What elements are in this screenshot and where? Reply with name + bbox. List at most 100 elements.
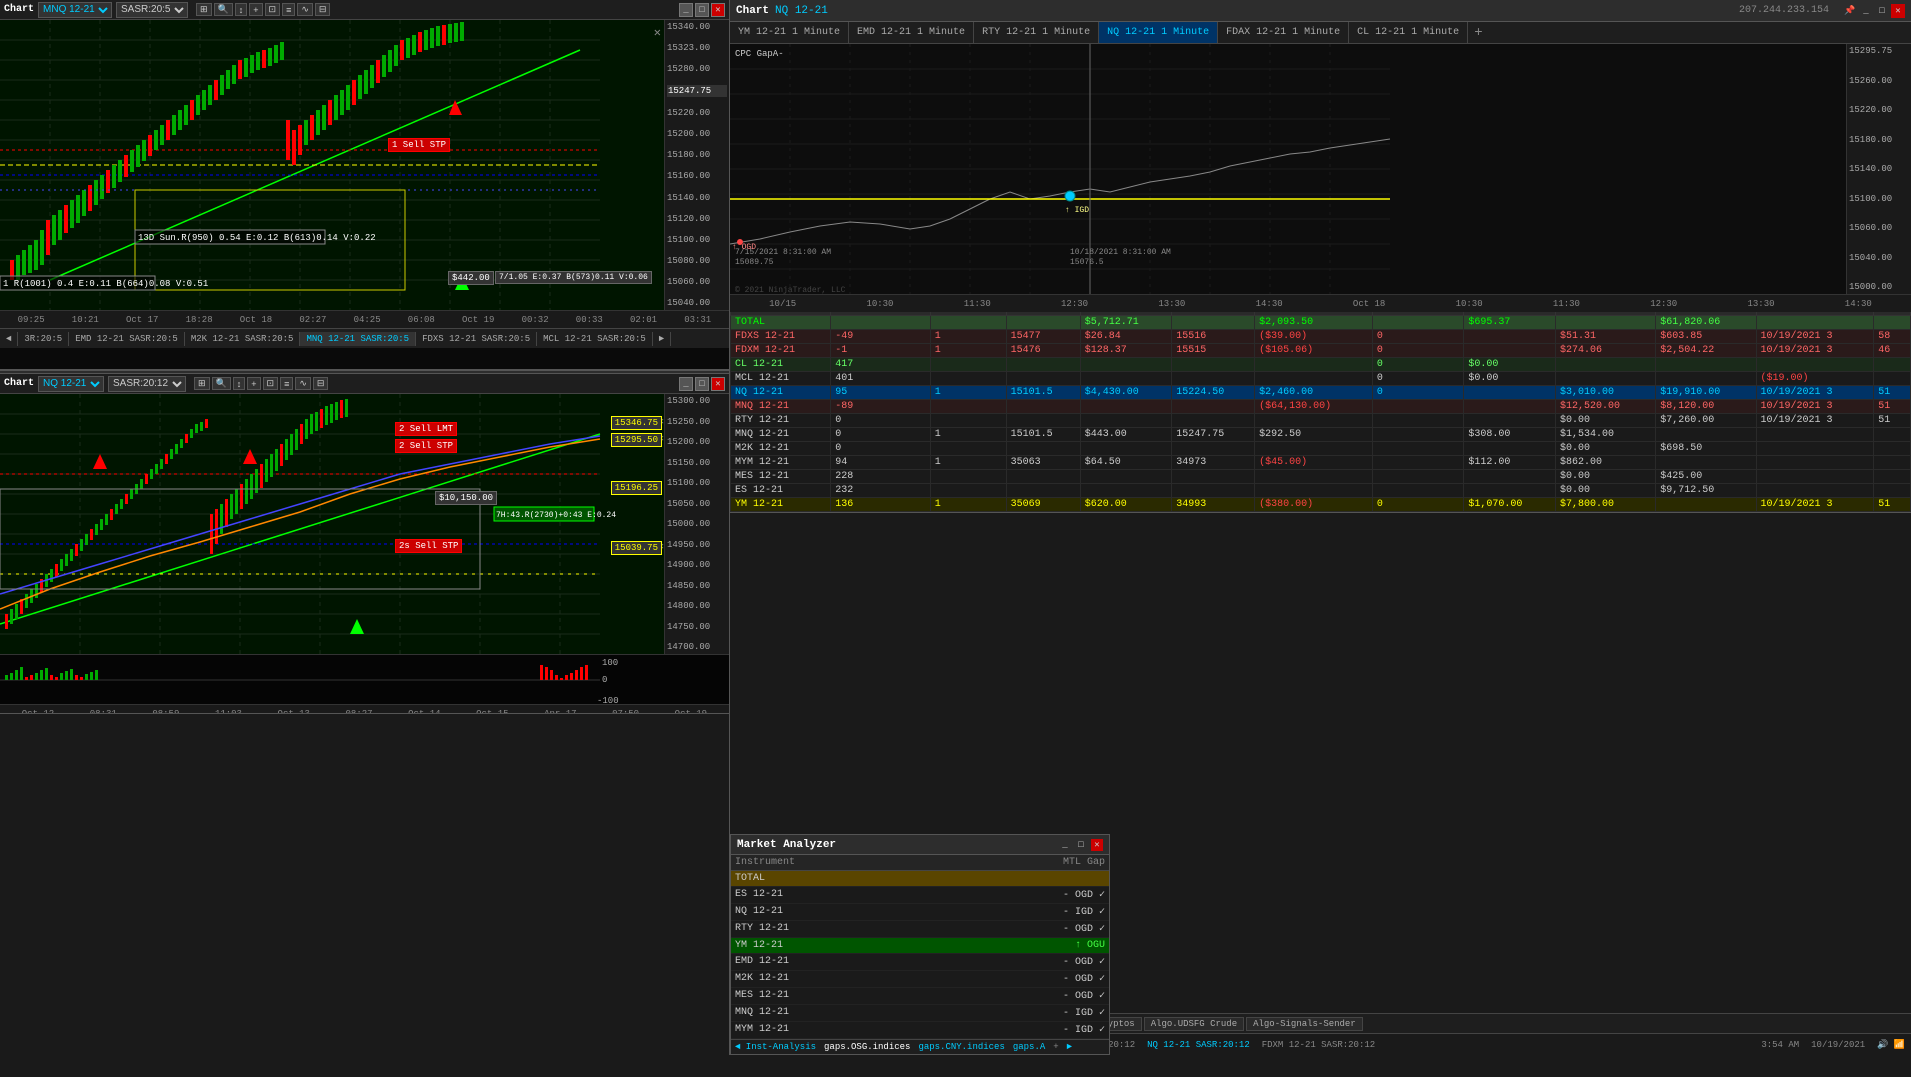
main-layout: Chart MNQ 12-21 SASR:20:5 ⊞ 🔍 ↕ + ⊡ ≡ ∿ … xyxy=(0,0,1911,1055)
ma-col-instrument: Instrument xyxy=(735,857,985,868)
bottom-chart-tool-6[interactable]: ≡ xyxy=(280,377,293,390)
chart-tool-btn-6[interactable]: ≡ xyxy=(282,3,295,16)
bottom-annotation-sell-stp2: 2s Sell STP xyxy=(395,539,462,553)
ma-btab-inst[interactable]: ◄ Inst-Analysis xyxy=(735,1042,816,1052)
chart-tool-btn-7[interactable]: ∿ xyxy=(297,3,313,16)
chart-tool-btn-5[interactable]: ⊡ xyxy=(265,3,281,16)
nq-tab-cl[interactable]: CL 12-21 1 Minute xyxy=(1349,22,1468,43)
ma-row-m2k[interactable]: M2K 12-21 - OGD ✓ xyxy=(731,971,1109,988)
top-chart-maximize[interactable]: □ xyxy=(695,3,709,17)
nq-maximize-btn[interactable]: □ xyxy=(1875,4,1889,18)
market-analyzer-panel: Market Analyzer _ □ ✕ Instrument MTL Gap… xyxy=(730,834,1110,1055)
ma-row-ym[interactable]: YM 12-21 ↑ OGU xyxy=(731,938,1109,954)
indicator-tab-2[interactable]: 3R:20:5 xyxy=(18,332,69,346)
top-chart-minimize[interactable]: _ xyxy=(679,3,693,17)
ma-row-mes[interactable]: MES 12-21 - OGD ✓ xyxy=(731,988,1109,1005)
indicator-tab-mnq[interactable]: MNQ 12-21 SASR:20:5 xyxy=(300,332,416,346)
ma-inst-m2k: M2K 12-21 xyxy=(735,973,985,985)
nq-tab-nq[interactable]: NQ 12-21 1 Minute xyxy=(1099,22,1218,43)
top-chart-close[interactable]: ✕ xyxy=(711,3,725,17)
algo-tab-signals[interactable]: Algo-Signals-Sender xyxy=(1246,1017,1363,1031)
nq-chart-section: Chart NQ 12-21 207.244.233.154 📌 _ □ ✕ Y… xyxy=(730,0,1911,300)
ma-btab-a[interactable]: gaps.A xyxy=(1013,1042,1045,1052)
bottom-chart-maximize[interactable]: □ xyxy=(695,377,709,391)
status-time-display: 3:54 AM xyxy=(1761,1040,1799,1050)
algo-tab-crude[interactable]: Algo.UDSFG Crude xyxy=(1144,1017,1244,1031)
nq-chart-svg: CPC GapA- 7/15/2021 8:31:00 AM 15089.75 … xyxy=(730,44,1420,294)
bottom-chart-tool-7[interactable]: ∿ xyxy=(295,377,311,390)
ma-minimize-btn[interactable]: _ xyxy=(1059,839,1071,851)
indicator-tab-1[interactable]: ◄ xyxy=(0,332,18,346)
top-chart-svg: 13D Sun.R(950) 0.54 E:0.12 B(613)0.14 V:… xyxy=(0,20,665,310)
chart-tool-btn-1[interactable]: ⊞ xyxy=(196,3,212,16)
ma-row-total: TOTAL xyxy=(731,871,1109,887)
chart-tool-btn-2[interactable]: 🔍 xyxy=(214,3,233,16)
ma-maximize-btn[interactable]: □ xyxy=(1075,839,1087,851)
td-inst: TOTAL xyxy=(731,316,831,330)
bottom-chart-tool-5[interactable]: ⊡ xyxy=(263,377,279,390)
bottom-chart-tool-2[interactable]: 🔍 xyxy=(212,377,231,390)
ma-row-rty[interactable]: RTY 12-21 - OGD ✓ xyxy=(731,921,1109,938)
ma-row-es[interactable]: ES 12-21 - OGD ✓ xyxy=(731,887,1109,904)
ma-inst-mym: MYM 12-21 xyxy=(735,1024,985,1036)
ma-col-mtlgap: MTL Gap xyxy=(985,857,1105,868)
bottom-chart-tool-8[interactable]: ⊟ xyxy=(313,377,329,390)
nq-close-btn[interactable]: ✕ xyxy=(1891,4,1905,18)
top-chart-close-btn[interactable]: ✕ xyxy=(654,25,661,40)
ma-row-nq[interactable]: NQ 12-21 - IGD ✓ xyxy=(731,904,1109,921)
bottom-annotation-price-1: $10,150.00 xyxy=(435,491,497,505)
nq-tab-ym[interactable]: YM 12-21 1 Minute xyxy=(730,22,849,43)
table-row-mes: MES 12-21 228 $0.00 $425.00 xyxy=(731,470,1911,484)
nq-chart-time-axis: 10/15 10:30 11:30 12:30 13:30 14:30 Oct … xyxy=(730,294,1911,312)
top-chart-indicator-select[interactable]: SASR:20:5 xyxy=(116,2,188,18)
top-chart-title: Chart xyxy=(4,4,34,15)
chart-tool-btn-8[interactable]: ⊟ xyxy=(315,3,331,16)
nq-minimize-btn[interactable]: _ xyxy=(1859,4,1873,18)
nq-tab-add[interactable]: + xyxy=(1468,25,1488,41)
bottom-price-4: 15039.75 xyxy=(611,541,662,555)
ma-row-mnq[interactable]: MNQ 12-21 - IGD ✓ xyxy=(731,1005,1109,1022)
indicator-tab-next[interactable]: ► xyxy=(653,332,671,346)
nq-chart-symbol: NQ 12-21 xyxy=(775,5,828,17)
indicator-tab-fdxs[interactable]: FDXS 12-21 SASR:20:5 xyxy=(416,332,537,346)
indicator-tab-m2k[interactable]: M2K 12-21 SASR:20:5 xyxy=(185,332,301,346)
ma-btab-add[interactable]: + xyxy=(1053,1042,1058,1052)
bottom-chart-indicator-select[interactable]: SASR:20:12 xyxy=(108,376,186,392)
bottom-chart-tool-1[interactable]: ⊞ xyxy=(194,377,210,390)
ma-row-emd[interactable]: EMD 12-21 - OGD ✓ xyxy=(731,954,1109,971)
ma-close-btn[interactable]: ✕ xyxy=(1091,839,1103,851)
nq-pin-btn[interactable]: 📌 xyxy=(1843,4,1857,18)
bottom-chart-tool-4[interactable]: + xyxy=(247,377,260,390)
top-chart-indicator-tabs: ◄ 3R:20:5 EMD 12-21 SASR:20:5 M2K 12-21 … xyxy=(0,328,729,348)
ma-bottom-tabs: ◄ Inst-Analysis gaps.OSG.indices gaps.CN… xyxy=(731,1039,1109,1054)
nq-tab-emd[interactable]: EMD 12-21 1 Minute xyxy=(849,22,974,43)
top-chart-area: Chart MNQ 12-21 SASR:20:5 ⊞ 🔍 ↕ + ⊡ ≡ ∿ … xyxy=(0,0,729,370)
ma-val-mnq: - IGD ✓ xyxy=(985,1007,1105,1019)
table-row-mnq-normal: MNQ 12-21 0 1 15101.5 $443.00 15247.75 $… xyxy=(731,428,1911,442)
indicator-tab-emd[interactable]: EMD 12-21 SASR:20:5 xyxy=(69,332,185,346)
indicator-tab-mcl[interactable]: MCL 12-21 SASR:20:5 xyxy=(537,332,653,346)
ma-inst-rty: RTY 12-21 xyxy=(735,923,985,935)
ma-val-nq: - IGD ✓ xyxy=(985,906,1105,918)
ma-btab-osg[interactable]: gaps.OSG.indices xyxy=(824,1042,910,1052)
chart-tool-btn-4[interactable]: + xyxy=(249,3,262,16)
bottom-chart-symbol-select[interactable]: NQ 12-21 xyxy=(38,376,104,392)
status-fdxm: FDXM 12-21 SASR:20:12 xyxy=(1262,1040,1375,1050)
table-row-m2k: M2K 12-21 0 $0.00 $698.50 xyxy=(731,442,1911,456)
svg-text:15089.75: 15089.75 xyxy=(735,258,774,267)
top-chart-symbol-select[interactable]: MNQ 12-21 xyxy=(38,2,112,18)
bottom-price-1: 15346.75 xyxy=(611,416,662,430)
bottom-chart-minimize[interactable]: _ xyxy=(679,377,693,391)
bottom-chart-tool-3[interactable]: ↕ xyxy=(233,377,246,390)
bottom-chart-close[interactable]: ✕ xyxy=(711,377,725,391)
nq-tab-rty[interactable]: RTY 12-21 1 Minute xyxy=(974,22,1099,43)
ma-val-mym: - IGD ✓ xyxy=(985,1024,1105,1036)
ma-btab-next[interactable]: ► xyxy=(1067,1042,1072,1052)
bottom-annotation-sell-lmt: 2 Sell LMT xyxy=(395,422,457,436)
ma-btab-cny[interactable]: gaps.CNY.indices xyxy=(918,1042,1004,1052)
table-row-es: ES 12-21 232 $0.00 $9,712.50 xyxy=(731,484,1911,498)
annotation-info-1: 7/1.05 E:0.37 B(573)0.11 V:0.06 xyxy=(495,271,652,284)
chart-tool-btn-3[interactable]: ↕ xyxy=(235,3,248,16)
nq-tab-fdax[interactable]: FDAX 12-21 1 Minute xyxy=(1218,22,1349,43)
ma-row-mym[interactable]: MYM 12-21 - IGD ✓ xyxy=(731,1022,1109,1039)
